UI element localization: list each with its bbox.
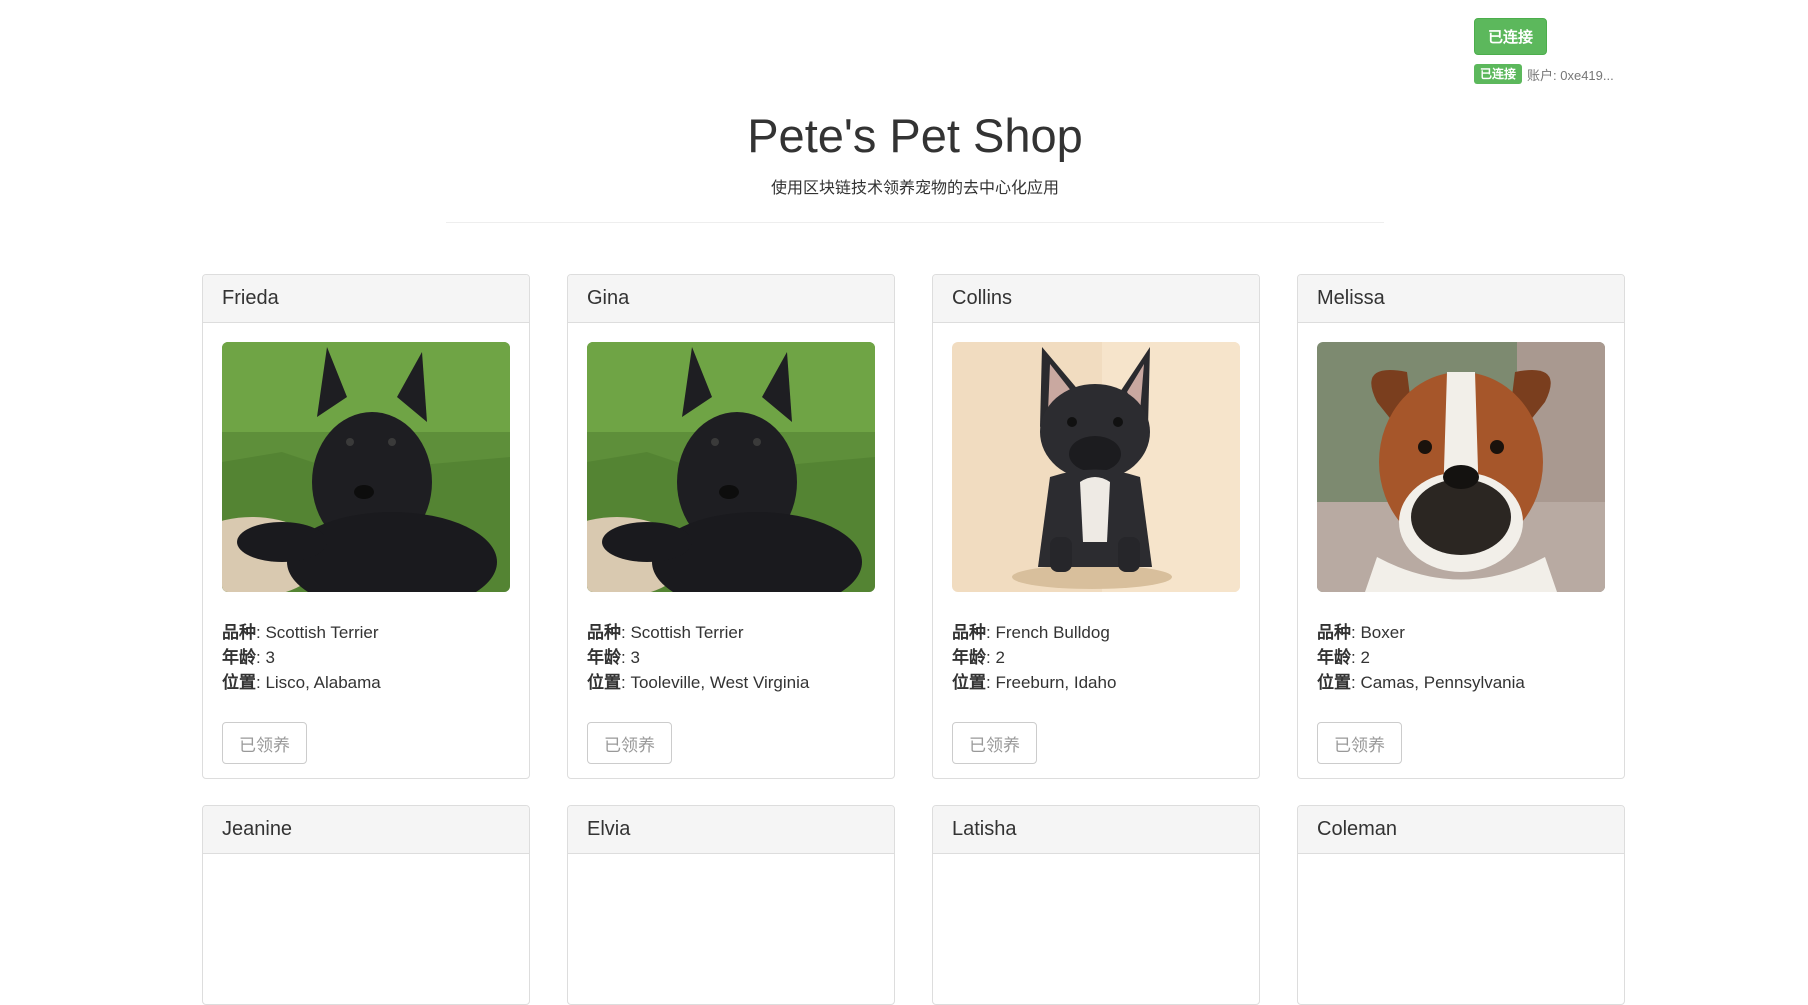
pet-location: Lisco, Alabama bbox=[265, 673, 381, 692]
age-label: 年龄 bbox=[587, 648, 621, 667]
adopt-button[interactable]: 已领养 bbox=[1317, 722, 1402, 764]
breed-label: 品种 bbox=[587, 623, 621, 642]
connect-wallet-button[interactable]: 已连接 bbox=[1474, 18, 1547, 55]
pet-name: Latisha bbox=[933, 806, 1259, 854]
pet-details: 品种: Scottish Terrier 年龄: 3 位置: Lisco, Al… bbox=[222, 623, 381, 692]
pet-card: Latisha bbox=[932, 805, 1260, 1005]
boxer-photo bbox=[1317, 342, 1605, 592]
pet-card-body: 品种: Scottish Terrier 年龄: 3 位置: Toolevill… bbox=[568, 323, 894, 778]
header-divider bbox=[446, 222, 1384, 223]
age-label: 年龄 bbox=[1317, 648, 1351, 667]
location-label: 位置 bbox=[1317, 673, 1351, 692]
scottish-terrier-photo bbox=[587, 342, 875, 592]
pet-breed: Scottish Terrier bbox=[265, 623, 379, 642]
pet-card: Jeanine bbox=[202, 805, 530, 1005]
french-bulldog-photo bbox=[952, 342, 1240, 592]
pet-breed: Scottish Terrier bbox=[630, 623, 744, 642]
age-label: 年龄 bbox=[222, 648, 256, 667]
pet-details: 品种: Scottish Terrier 年龄: 3 位置: Toolevill… bbox=[587, 623, 810, 692]
page-title: Pete's Pet Shop bbox=[747, 109, 1083, 162]
pet-name: Elvia bbox=[568, 806, 894, 854]
pet-card-body: 品种: Scottish Terrier 年龄: 3 位置: Lisco, Al… bbox=[203, 323, 529, 778]
pet-location: Tooleville, West Virginia bbox=[630, 673, 810, 692]
adopt-button[interactable]: 已领养 bbox=[587, 722, 672, 764]
pet-name: Melissa bbox=[1298, 275, 1624, 323]
pet-grid: Frieda 品种: Scottish Terrier 年龄: 3 位置: Li… bbox=[202, 274, 1627, 1005]
breed-label: 品种 bbox=[222, 623, 256, 642]
adopt-button[interactable]: 已领养 bbox=[222, 722, 307, 764]
pet-name: Jeanine bbox=[203, 806, 529, 854]
pet-card-body: 品种: Boxer 年龄: 2 位置: Camas, Pennsylvania … bbox=[1298, 323, 1624, 778]
connection-status: 已连接 账户: 0xe419... bbox=[1474, 64, 1614, 84]
pet-card-body: 品种: French Bulldog 年龄: 2 位置: Freeburn, I… bbox=[933, 323, 1259, 778]
pet-details: 品种: Boxer 年龄: 2 位置: Camas, Pennsylvania bbox=[1317, 623, 1525, 692]
location-label: 位置 bbox=[952, 673, 986, 692]
pet-card: Collins 品种: French Bulldog 年龄: 2 位置: Fre… bbox=[932, 274, 1260, 779]
pet-name: Frieda bbox=[203, 275, 529, 323]
age-label: 年龄 bbox=[952, 648, 986, 667]
pet-breed: French Bulldog bbox=[995, 623, 1110, 642]
pet-name: Coleman bbox=[1298, 806, 1624, 854]
location-label: 位置 bbox=[222, 673, 256, 692]
breed-label: 品种 bbox=[1317, 623, 1351, 642]
pet-age: 2 bbox=[1360, 648, 1370, 667]
breed-label: 品种 bbox=[952, 623, 986, 642]
pet-details: 品种: French Bulldog 年龄: 2 位置: Freeburn, I… bbox=[952, 623, 1117, 692]
adopt-button[interactable]: 已领养 bbox=[952, 722, 1037, 764]
pet-name: Collins bbox=[933, 275, 1259, 323]
pet-card: Frieda 品种: Scottish Terrier 年龄: 3 位置: Li… bbox=[202, 274, 530, 779]
connected-badge: 已连接 bbox=[1474, 64, 1523, 84]
pet-card: Elvia bbox=[567, 805, 895, 1005]
pet-breed: Boxer bbox=[1360, 623, 1405, 642]
pet-name: Gina bbox=[568, 275, 894, 323]
location-label: 位置 bbox=[587, 673, 621, 692]
pet-card: Melissa 品种: Boxer 年龄: 2 位置: Camas, Penns… bbox=[1297, 274, 1625, 779]
pet-age: 3 bbox=[630, 648, 640, 667]
pet-card: Gina 品种: Scottish Terrier 年龄: 3 位置: Tool… bbox=[567, 274, 895, 779]
scottish-terrier-photo bbox=[222, 342, 510, 592]
pet-card: Coleman bbox=[1297, 805, 1625, 1005]
pet-age: 2 bbox=[995, 648, 1005, 667]
account-address: 账户: 0xe419... bbox=[1527, 67, 1614, 83]
pet-location: Camas, Pennsylvania bbox=[1360, 673, 1525, 692]
pet-location: Freeburn, Idaho bbox=[995, 673, 1117, 692]
page-subtitle: 使用区块链技术领养宠物的去中心化应用 bbox=[770, 180, 1059, 197]
pet-age: 3 bbox=[265, 648, 275, 667]
